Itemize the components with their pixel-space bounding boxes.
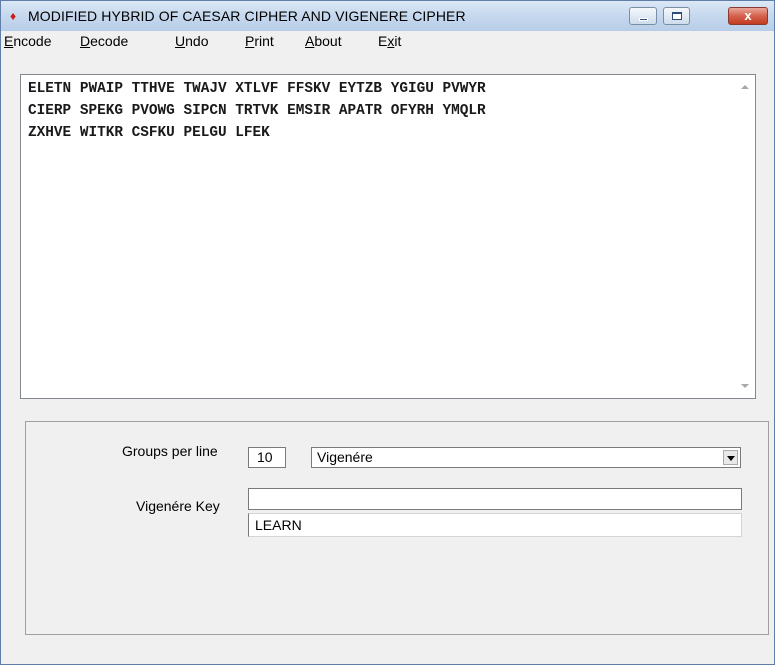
- vigenere-key-label: Vigenére Key: [136, 498, 220, 514]
- menu-about-label: bout: [314, 33, 342, 49]
- ciphertext-line: ZXHVE WITKR CSFKU PELGU LFEK: [28, 125, 270, 141]
- menu-about[interactable]: About: [305, 33, 342, 49]
- window-title: MODIFIED HYBRID OF CAESAR CIPHER AND VIG…: [28, 8, 466, 24]
- menu-print-label: rint: [254, 33, 274, 49]
- dropdown-button[interactable]: [723, 450, 738, 465]
- vigenere-key-input[interactable]: [248, 488, 742, 510]
- menu-encode-accel: E: [4, 33, 14, 49]
- menu-undo-label: ndo: [185, 33, 209, 49]
- maximize-button[interactable]: [663, 7, 690, 25]
- maximize-icon: [672, 12, 682, 20]
- menu-decode-label: ecode: [90, 33, 129, 49]
- ciphertext-line: ELETN PWAIP TTHVE TWAJV XTLVF FFSKV EYTZ…: [28, 81, 486, 97]
- chevron-down-icon: [727, 456, 735, 461]
- minimize-icon: [639, 18, 648, 21]
- menu-about-accel: A: [305, 33, 315, 49]
- groups-per-line-input[interactable]: 10: [248, 447, 286, 468]
- menu-exit-label: it: [394, 33, 402, 49]
- menu-decode[interactable]: Decode: [80, 33, 128, 49]
- menu-encode-label: ncode: [13, 33, 52, 49]
- menu-undo-accel: U: [175, 33, 186, 49]
- minimize-button[interactable]: [629, 7, 657, 25]
- title-bar[interactable]: ♦ MODIFIED HYBRID OF CAESAR CIPHER AND V…: [1, 1, 774, 31]
- cipher-type-select[interactable]: Vigenére: [311, 447, 741, 468]
- menu-exit-pre: E: [378, 33, 388, 49]
- close-icon: x: [744, 8, 752, 23]
- close-button[interactable]: x: [728, 7, 768, 25]
- menu-print-accel: P: [245, 33, 255, 49]
- groups-per-line-label: Groups per line: [122, 443, 218, 459]
- menu-encode[interactable]: Encode: [4, 33, 52, 49]
- ciphertext-area[interactable]: ELETN PWAIP TTHVE TWAJV XTLVF FFSKV EYTZ…: [20, 74, 756, 399]
- ciphertext-line: CIERP SPEKG PVOWG SIPCN TRTVK EMSIR APAT…: [28, 103, 486, 119]
- vigenere-key-value: LEARN: [255, 517, 302, 533]
- scroll-up-arrow-icon[interactable]: [741, 85, 749, 89]
- cipher-type-value: Vigenére: [317, 449, 373, 465]
- menu-decode-accel: D: [80, 33, 91, 49]
- app-window: ♦ MODIFIED HYBRID OF CAESAR CIPHER AND V…: [0, 0, 775, 665]
- menu-undo[interactable]: Undo: [175, 33, 208, 49]
- scroll-down-arrow-icon[interactable]: [741, 384, 749, 388]
- app-icon[interactable]: ♦: [10, 10, 21, 22]
- vigenere-key-value-field[interactable]: LEARN: [248, 513, 742, 537]
- menu-exit[interactable]: Exit: [378, 33, 401, 49]
- menu-print[interactable]: Print: [245, 33, 274, 49]
- menu-bar: Encode Decode Undo Print About Exit: [1, 31, 774, 50]
